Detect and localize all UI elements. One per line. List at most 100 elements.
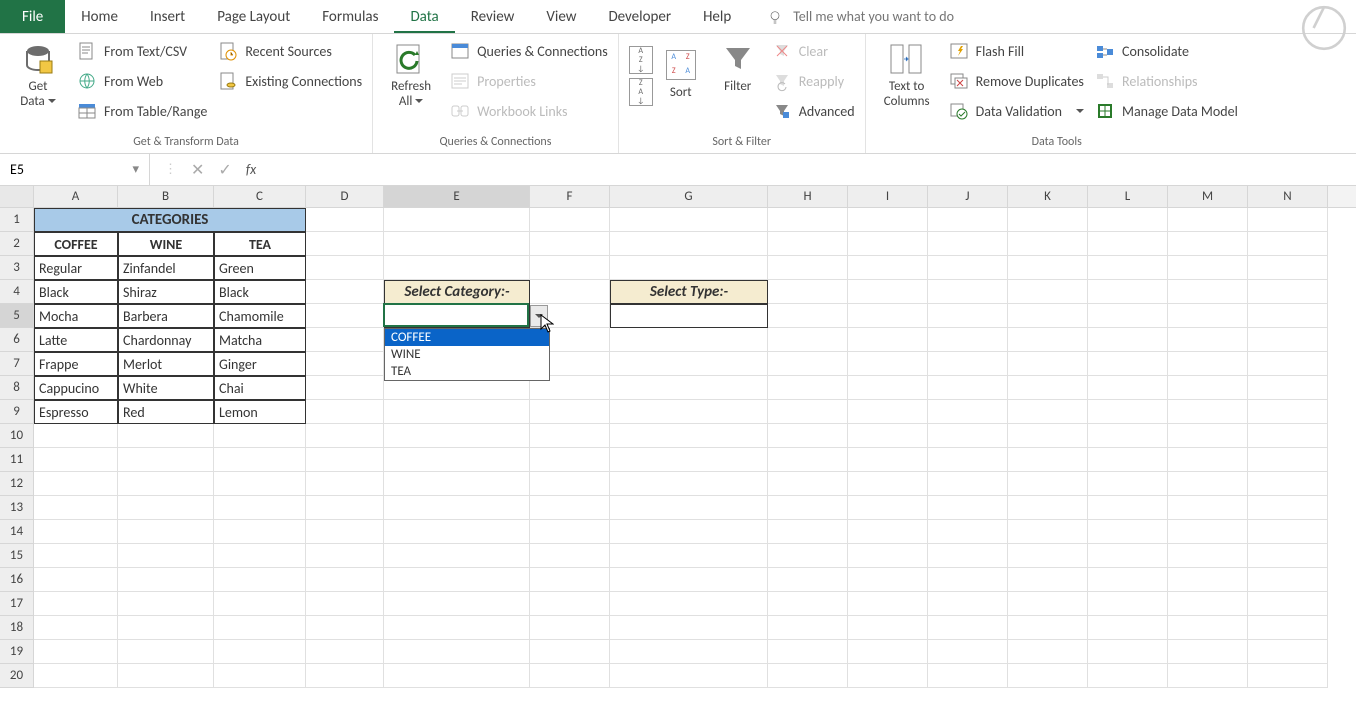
cell-J12[interactable] <box>928 472 1008 496</box>
cell-I9[interactable] <box>848 400 928 424</box>
cell-D16[interactable] <box>306 568 384 592</box>
cell-H10[interactable] <box>768 424 848 448</box>
cell-M12[interactable] <box>1168 472 1248 496</box>
get-data-button[interactable]: Get Data <box>10 40 66 110</box>
cell-M14[interactable] <box>1168 520 1248 544</box>
cell-D3[interactable] <box>306 256 384 280</box>
cell-D20[interactable] <box>306 664 384 688</box>
cell-J3[interactable] <box>928 256 1008 280</box>
col-header-K[interactable]: K <box>1008 186 1088 207</box>
cell-D15[interactable] <box>306 544 384 568</box>
cell-K17[interactable] <box>1008 592 1088 616</box>
cell-F10[interactable] <box>530 424 610 448</box>
col-header-H[interactable]: H <box>768 186 848 207</box>
tell-me-input[interactable] <box>793 8 1053 25</box>
cell-C9[interactable]: Lemon <box>214 400 306 424</box>
cell-C19[interactable] <box>214 640 306 664</box>
cell-I20[interactable] <box>848 664 928 688</box>
cell-M9[interactable] <box>1168 400 1248 424</box>
cell-G12[interactable] <box>610 472 768 496</box>
cell-G1[interactable] <box>610 208 768 232</box>
cell-D14[interactable] <box>306 520 384 544</box>
cell-I1[interactable] <box>848 208 928 232</box>
cell-M18[interactable] <box>1168 616 1248 640</box>
cell-L13[interactable] <box>1088 496 1168 520</box>
queries-connections-button[interactable]: Queries & Connections <box>451 40 608 62</box>
cell-N6[interactable] <box>1248 328 1328 352</box>
cell-B5[interactable]: Barbera <box>118 304 214 328</box>
cell-J9[interactable] <box>928 400 1008 424</box>
row-header-4[interactable]: 4 <box>0 280 34 304</box>
cell-C20[interactable] <box>214 664 306 688</box>
cell-B3[interactable]: Zinfandel <box>118 256 214 280</box>
cell-N16[interactable] <box>1248 568 1328 592</box>
tell-me-search[interactable] <box>767 0 1053 33</box>
cell-A8[interactable]: Cappucino <box>34 376 118 400</box>
row-header-1[interactable]: 1 <box>0 208 34 232</box>
filter-button[interactable]: Filter <box>715 40 761 95</box>
name-box[interactable]: ▾ <box>0 154 150 185</box>
cell-B12[interactable] <box>118 472 214 496</box>
cell-A15[interactable] <box>34 544 118 568</box>
cell-J15[interactable] <box>928 544 1008 568</box>
cell-E15[interactable] <box>384 544 530 568</box>
cell-F19[interactable] <box>530 640 610 664</box>
col-header-F[interactable]: F <box>530 186 610 207</box>
cell-G19[interactable] <box>610 640 768 664</box>
cell-M3[interactable] <box>1168 256 1248 280</box>
flash-fill-button[interactable]: Flash Fill <box>950 40 1084 62</box>
cell-N15[interactable] <box>1248 544 1328 568</box>
cell-M19[interactable] <box>1168 640 1248 664</box>
cell-M17[interactable] <box>1168 592 1248 616</box>
cell-G11[interactable] <box>610 448 768 472</box>
cell-C15[interactable] <box>214 544 306 568</box>
cell-C3[interactable]: Green <box>214 256 306 280</box>
workbook-links-button[interactable]: Workbook Links <box>451 100 608 122</box>
cell-E1[interactable] <box>384 208 530 232</box>
cell-N3[interactable] <box>1248 256 1328 280</box>
cell-A6[interactable]: Latte <box>34 328 118 352</box>
relationships-button[interactable]: Relationships <box>1096 70 1238 92</box>
cell-J10[interactable] <box>928 424 1008 448</box>
cell-F20[interactable] <box>530 664 610 688</box>
cell-A7[interactable]: Frappe <box>34 352 118 376</box>
tab-formulas[interactable]: Formulas <box>306 0 394 33</box>
text-to-columns-button[interactable]: Text to Columns <box>876 40 938 110</box>
cell-A16[interactable] <box>34 568 118 592</box>
cell-B16[interactable] <box>118 568 214 592</box>
cell-G3[interactable] <box>610 256 768 280</box>
cell-K12[interactable] <box>1008 472 1088 496</box>
cell-C4[interactable]: Black <box>214 280 306 304</box>
cell-M13[interactable] <box>1168 496 1248 520</box>
cell-J19[interactable] <box>928 640 1008 664</box>
cell-J5[interactable] <box>928 304 1008 328</box>
row-header-3[interactable]: 3 <box>0 256 34 280</box>
dv-option-tea[interactable]: TEA <box>385 363 549 380</box>
cell-M1[interactable] <box>1168 208 1248 232</box>
from-text-csv-button[interactable]: From Text/CSV <box>78 40 207 62</box>
cell-G7[interactable] <box>610 352 768 376</box>
cell-I2[interactable] <box>848 232 928 256</box>
cell-H7[interactable] <box>768 352 848 376</box>
cell-I13[interactable] <box>848 496 928 520</box>
cell-E14[interactable] <box>384 520 530 544</box>
remove-duplicates-button[interactable]: Remove Duplicates <box>950 70 1084 92</box>
cell-E5[interactable] <box>384 304 530 328</box>
cell-L5[interactable] <box>1088 304 1168 328</box>
fx-icon[interactable]: fx <box>246 161 256 178</box>
col-header-L[interactable]: L <box>1088 186 1168 207</box>
cell-H3[interactable] <box>768 256 848 280</box>
cell-D18[interactable] <box>306 616 384 640</box>
col-header-G[interactable]: G <box>610 186 768 207</box>
row-header-17[interactable]: 17 <box>0 592 34 616</box>
row-header-15[interactable]: 15 <box>0 544 34 568</box>
cell-E12[interactable] <box>384 472 530 496</box>
cell-B13[interactable] <box>118 496 214 520</box>
cell-M15[interactable] <box>1168 544 1248 568</box>
row-header-5[interactable]: 5 <box>0 304 34 328</box>
cell-E11[interactable] <box>384 448 530 472</box>
cell-N14[interactable] <box>1248 520 1328 544</box>
cell-L7[interactable] <box>1088 352 1168 376</box>
tab-page-layout[interactable]: Page Layout <box>201 0 306 33</box>
cell-I18[interactable] <box>848 616 928 640</box>
